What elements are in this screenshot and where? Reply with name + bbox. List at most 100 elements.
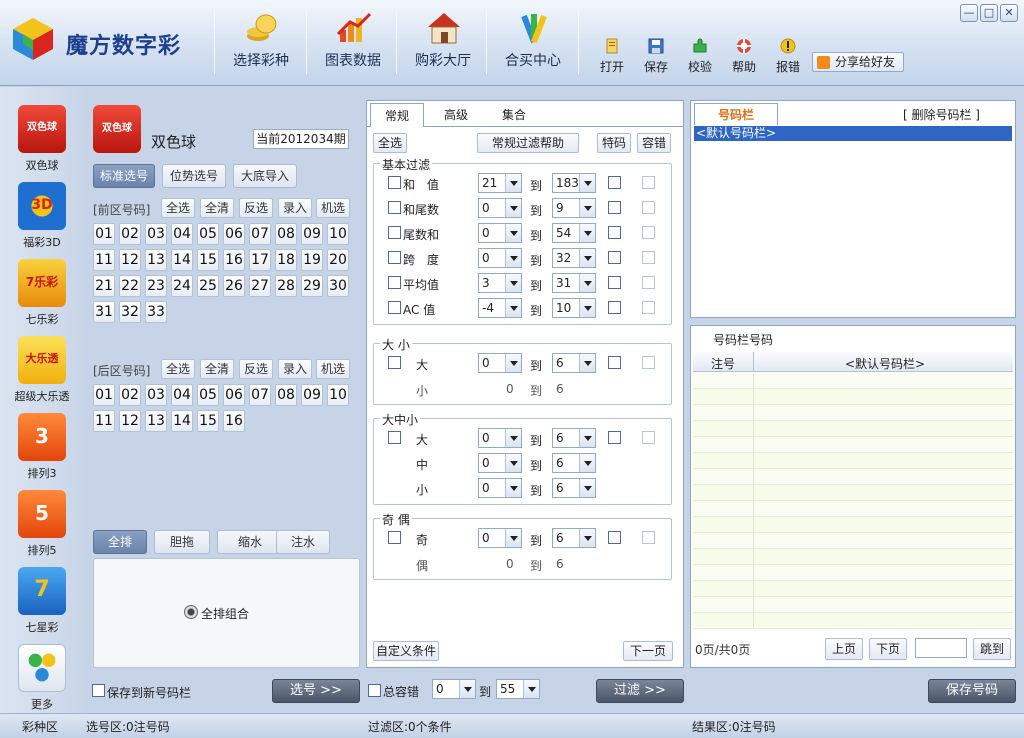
back-ball[interactable]: 06 bbox=[223, 384, 245, 406]
front-ball[interactable]: 09 bbox=[301, 223, 323, 245]
front-ball[interactable]: 33 bbox=[145, 301, 167, 323]
back-ball[interactable]: 09 bbox=[301, 384, 323, 406]
bms-checkbox[interactable] bbox=[388, 431, 401, 444]
front-ball[interactable]: 01 bbox=[93, 223, 115, 245]
front-ball[interactable]: 27 bbox=[249, 275, 271, 297]
filter-button[interactable]: 过滤 >> bbox=[596, 679, 684, 703]
bms-row-from-select[interactable]: 0 bbox=[478, 478, 522, 498]
sidebar-item-pl5[interactable]: 5 排列5 bbox=[0, 490, 84, 566]
front-ball[interactable]: 04 bbox=[171, 223, 193, 245]
basic-row-to-select[interactable]: 10 bbox=[552, 298, 596, 318]
front-ball[interactable]: 22 bbox=[119, 275, 141, 297]
page-input[interactable] bbox=[915, 638, 967, 658]
back-ball[interactable]: 07 bbox=[249, 384, 271, 406]
sidebar-item-qlc[interactable]: 7乐彩 七乐彩 bbox=[0, 259, 84, 335]
nav-group-buy[interactable]: 合买中心 bbox=[488, 0, 578, 86]
basic-row-from-select[interactable]: 0 bbox=[478, 198, 522, 218]
custom-condition-button[interactable]: 自定义条件 bbox=[373, 641, 439, 661]
front-ball[interactable]: 15 bbox=[197, 249, 219, 271]
basic-row-special-checkbox[interactable] bbox=[608, 301, 621, 314]
table-row[interactable] bbox=[693, 373, 1013, 389]
front-ball[interactable]: 23 bbox=[145, 275, 167, 297]
back-ball[interactable]: 02 bbox=[119, 384, 141, 406]
basic-row-checkbox[interactable] bbox=[388, 251, 401, 264]
front-ball[interactable]: 19 bbox=[301, 249, 323, 271]
front-ball[interactable]: 24 bbox=[171, 275, 193, 297]
tab-import[interactable]: 大底导入 bbox=[233, 164, 297, 188]
back-ball[interactable]: 05 bbox=[197, 384, 219, 406]
back-ball[interactable]: 04 bbox=[171, 384, 193, 406]
tab-collection[interactable]: 集合 bbox=[487, 103, 541, 127]
minimize-button[interactable]: — bbox=[960, 4, 978, 22]
bms-tolerance-checkbox[interactable] bbox=[642, 431, 655, 444]
back-input-button[interactable]: 录入 bbox=[278, 359, 312, 379]
size-big-tolerance-checkbox[interactable] bbox=[642, 356, 655, 369]
back-ball[interactable]: 01 bbox=[93, 384, 115, 406]
odd-checkbox[interactable] bbox=[388, 531, 401, 544]
close-button[interactable]: ✕ bbox=[1000, 4, 1018, 22]
tab-number-bar[interactable]: 号码栏 bbox=[694, 103, 778, 125]
basic-row-special-checkbox[interactable] bbox=[608, 276, 621, 289]
size-big-to-select[interactable]: 6 bbox=[552, 353, 596, 373]
table-row[interactable] bbox=[693, 405, 1013, 421]
basic-row-from-select[interactable]: -4 bbox=[478, 298, 522, 318]
basic-row-special-checkbox[interactable] bbox=[608, 176, 621, 189]
front-ball[interactable]: 07 bbox=[249, 223, 271, 245]
front-ball[interactable]: 11 bbox=[93, 249, 115, 271]
back-clear-button[interactable]: 全清 bbox=[200, 359, 234, 379]
tolerance-button[interactable]: 容错 bbox=[637, 133, 671, 153]
back-select-all-button[interactable]: 全选 bbox=[161, 359, 195, 379]
filter-select-all-button[interactable]: 全选 bbox=[373, 133, 407, 153]
tab-shrink[interactable]: 缩水 bbox=[217, 530, 283, 554]
basic-row-from-select[interactable]: 0 bbox=[478, 248, 522, 268]
bms-row-from-select[interactable]: 0 bbox=[478, 453, 522, 473]
next-page-button[interactable]: 下一页 bbox=[623, 641, 673, 661]
sidebar-item-pl3[interactable]: 3 排列3 bbox=[0, 413, 84, 489]
front-ball[interactable]: 08 bbox=[275, 223, 297, 245]
basic-row-tolerance-checkbox[interactable] bbox=[642, 226, 655, 239]
front-ball[interactable]: 05 bbox=[197, 223, 219, 245]
verify-button[interactable]: 校验 bbox=[680, 36, 720, 76]
front-ball[interactable]: 31 bbox=[93, 301, 115, 323]
report-error-button[interactable]: 报错 bbox=[768, 36, 808, 76]
front-ball[interactable]: 03 bbox=[145, 223, 167, 245]
back-random-button[interactable]: 机选 bbox=[316, 359, 350, 379]
front-ball[interactable]: 14 bbox=[171, 249, 193, 271]
bms-row-to-select[interactable]: 6 bbox=[552, 453, 596, 473]
total-tolerance-from-select[interactable]: 0 bbox=[432, 679, 476, 699]
basic-row-special-checkbox[interactable] bbox=[608, 251, 621, 264]
basic-row-special-checkbox[interactable] bbox=[608, 201, 621, 214]
odd-special-checkbox[interactable] bbox=[608, 531, 621, 544]
tab-regular[interactable]: 常规 bbox=[370, 103, 424, 127]
size-big-checkbox[interactable] bbox=[388, 356, 401, 369]
save-new-checkbox[interactable] bbox=[92, 684, 105, 697]
back-ball[interactable]: 08 bbox=[275, 384, 297, 406]
list-item[interactable]: <默认号码栏> bbox=[694, 126, 1012, 141]
front-select-all-button[interactable]: 全选 bbox=[161, 198, 195, 218]
filter-help-button[interactable]: 常规过滤帮助 bbox=[477, 133, 579, 153]
back-ball[interactable]: 15 bbox=[197, 410, 219, 432]
front-ball[interactable]: 32 bbox=[119, 301, 141, 323]
nav-select-lottery[interactable]: 选择彩种 bbox=[216, 0, 306, 86]
basic-row-to-select[interactable]: 32 bbox=[552, 248, 596, 268]
front-invert-button[interactable]: 反选 bbox=[239, 198, 273, 218]
table-row[interactable] bbox=[693, 421, 1013, 437]
basic-row-from-select[interactable]: 21 bbox=[478, 173, 522, 193]
nav-chart-data[interactable]: 图表数据 bbox=[308, 0, 398, 86]
table-row[interactable] bbox=[693, 613, 1013, 629]
back-ball[interactable]: 12 bbox=[119, 410, 141, 432]
full-combination-radio[interactable] bbox=[184, 605, 198, 619]
maximize-button[interactable]: □ bbox=[980, 4, 998, 22]
table-row[interactable] bbox=[693, 469, 1013, 485]
front-ball[interactable]: 28 bbox=[275, 275, 297, 297]
goto-page-button[interactable]: 跳到 bbox=[973, 638, 1011, 660]
basic-row-checkbox[interactable] bbox=[388, 226, 401, 239]
basic-row-to-select[interactable]: 183 bbox=[552, 173, 596, 193]
size-big-special-checkbox[interactable] bbox=[608, 356, 621, 369]
open-button[interactable]: 打开 bbox=[592, 36, 632, 76]
basic-row-tolerance-checkbox[interactable] bbox=[642, 276, 655, 289]
sidebar-item-qxc[interactable]: 7 七星彩 bbox=[0, 567, 84, 643]
table-row[interactable] bbox=[693, 517, 1013, 533]
front-ball[interactable]: 26 bbox=[223, 275, 245, 297]
front-ball[interactable]: 17 bbox=[249, 249, 271, 271]
